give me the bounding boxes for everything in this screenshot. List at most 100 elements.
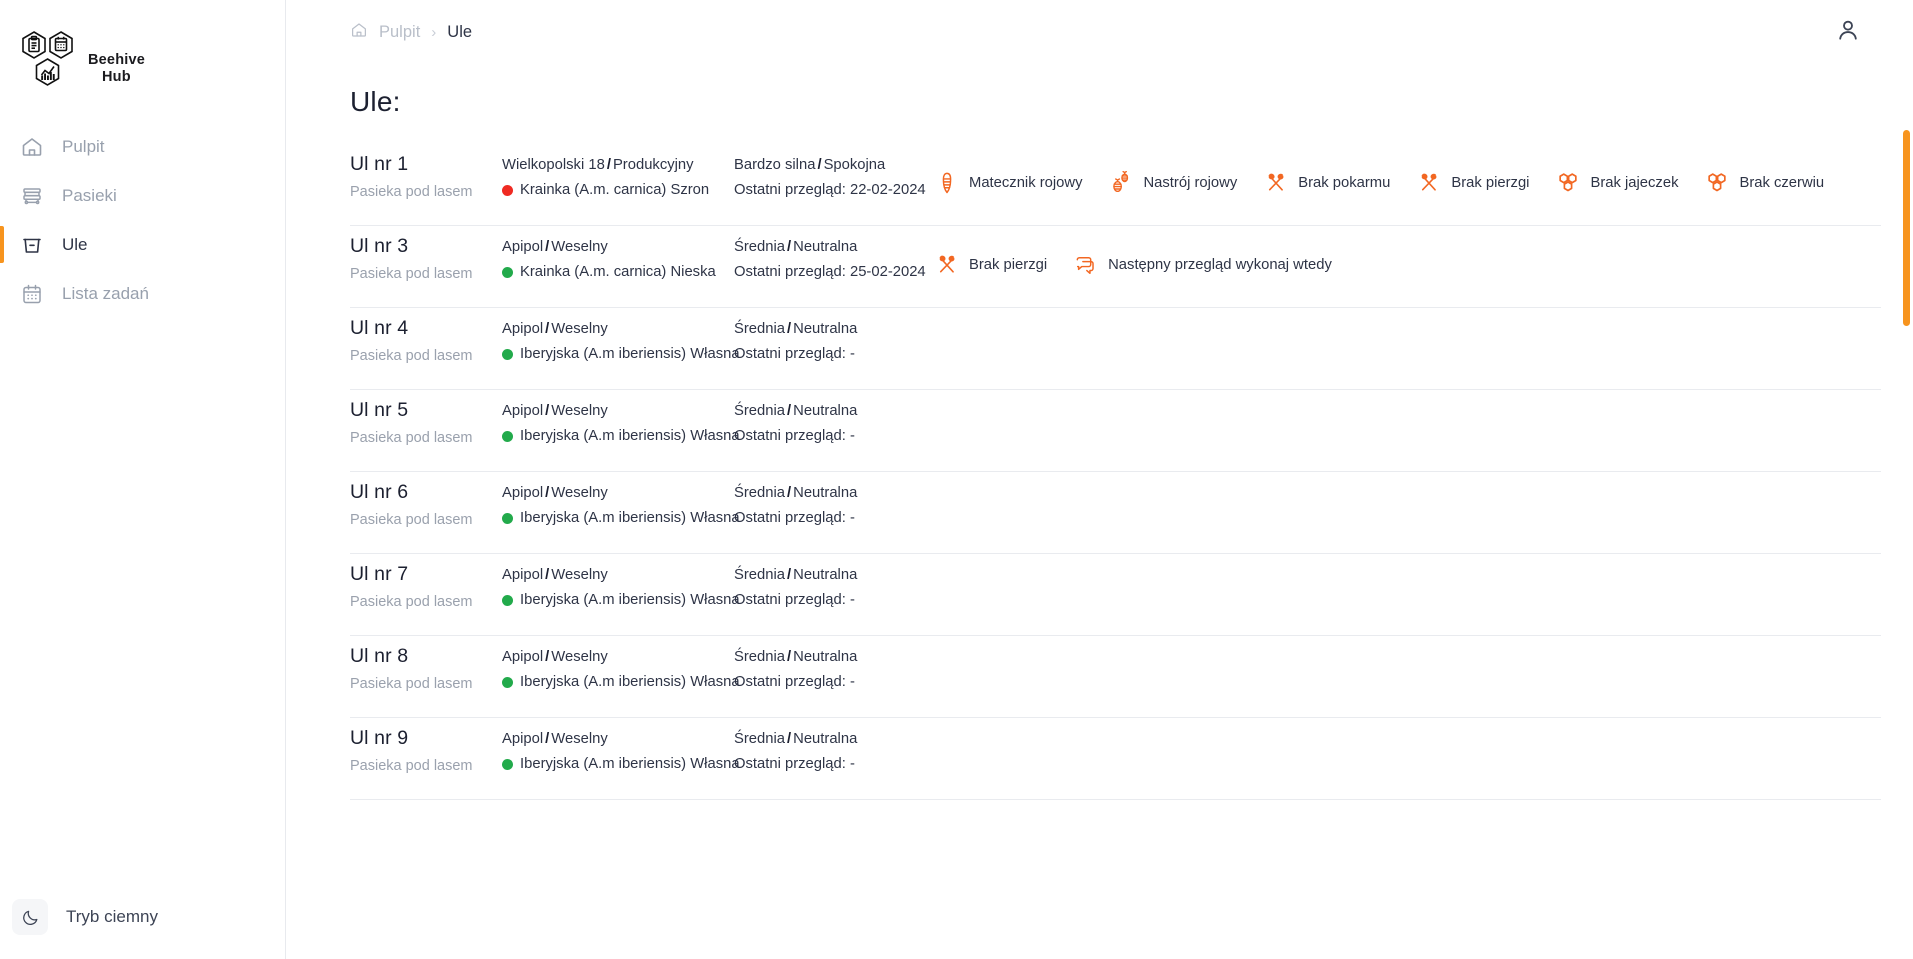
- hive-type-model: Apipol: [502, 239, 544, 255]
- hive-row[interactable]: Ul nr 7 Pasieka pod lasem Apipol / Weselny…: [350, 554, 1881, 636]
- hive-row[interactable]: Ul nr 8 Pasieka pod lasem Apipol / Weselny…: [350, 636, 1881, 718]
- hive-state-line: Średnia / Neutralna: [734, 240, 934, 255]
- hive-strength: Średnia: [734, 485, 786, 501]
- sidebar-item-pasieki[interactable]: Pasieki: [0, 171, 285, 220]
- hive-badge-label: Brak pokarmu: [1298, 175, 1391, 191]
- hive-state-line: Średnia / Neutralna: [734, 732, 934, 747]
- hive-row[interactable]: Ul nr 5 Pasieka pod lasem Apipol / Weselny…: [350, 390, 1881, 472]
- hive-badge[interactable]: Brak czerwiu: [1704, 170, 1824, 196]
- hive-badge[interactable]: Brak pierzgi: [934, 252, 1047, 278]
- hive-row[interactable]: Ul nr 9 Pasieka pod lasem Apipol / Weselny…: [350, 718, 1881, 800]
- hive-apiary-name: Pasieka pod lasem: [350, 183, 473, 200]
- hive-type-breed: Apipol / Weselny Iberyjska (A.m iberiensis…: [502, 563, 740, 608]
- sidebar-item-pulpit[interactable]: Pulpit: [0, 122, 285, 171]
- hive-type-purpose: Produkcyjny: [612, 157, 694, 173]
- hive-type-breed: Wielkopolski 18/Produkcyjny Krainka (A.m…: [502, 153, 734, 198]
- hive-type-purpose: Weselny: [551, 649, 608, 665]
- hive-breed: Krainka (A.m. carnica) Nieska: [520, 263, 716, 280]
- hive-type-line: Apipol / Weselny: [502, 732, 734, 747]
- hive-identity: Ul nr 5 Pasieka pod lasem: [350, 399, 502, 445]
- hive-badge[interactable]: Brak pierzgi: [1416, 170, 1529, 196]
- hive-identity: Ul nr 4 Pasieka pod lasem: [350, 317, 502, 363]
- hive-apiary-name: Pasieka pod lasem: [350, 347, 473, 364]
- main-content: Pulpit › Ule Ule: Ul nr 1 Pasieka pod la…: [286, 0, 1913, 959]
- state-separator: /: [787, 239, 792, 255]
- hive-name: Ul nr 7: [350, 563, 409, 585]
- hive-row[interactable]: Ul nr 4 Pasieka pod lasem Apipol / Weselny…: [350, 308, 1881, 390]
- hive-type-breed: Apipol / Weselny Iberyjska (A.m iberiensis…: [502, 481, 740, 526]
- no-brood-icon: [1704, 170, 1730, 196]
- breed-status-dot: [502, 348, 513, 360]
- hive-last-review: Ostatni przegląd: 25-02-2024: [734, 263, 926, 280]
- hive-breed-line: Krainka (A.m. carnica) Szron: [502, 182, 734, 198]
- hive-badge[interactable]: Następny przegląd wykonaj wtedy: [1073, 252, 1332, 278]
- hive-type-model: Apipol: [502, 485, 544, 501]
- hive-breed-line: Iberyjska (A.m iberiensis) Własna: [502, 510, 740, 526]
- hive-type-purpose: Weselny: [551, 403, 608, 419]
- sidebar-item-lista-zadan[interactable]: Lista zadań: [0, 269, 285, 318]
- hive-type-model: Apipol: [502, 567, 544, 583]
- hive-badge[interactable]: Brak jajeczek: [1555, 170, 1678, 196]
- breed-status-dot: [502, 266, 513, 278]
- state-separator: /: [787, 649, 792, 665]
- app-root: Beehive Hub Pulpit Pasieki Ule Lista zad…: [0, 0, 1913, 959]
- hive-state: Średnia / Neutralna Ostatni przegląd: -: [734, 563, 934, 608]
- state-separator: /: [787, 403, 792, 419]
- hive-type-breed: Apipol / Weselny Iberyjska (A.m iberiensis…: [502, 727, 740, 772]
- hive-state-line: Średnia / Neutralna: [734, 568, 934, 583]
- user-icon: [1835, 17, 1861, 48]
- hive-temper: Neutralna: [793, 321, 858, 337]
- hive-temper: Neutralna: [793, 239, 858, 255]
- hive-apiary-name: Pasieka pod lasem: [350, 757, 473, 774]
- dark-mode-toggle[interactable]: Tryb ciemny: [0, 899, 285, 935]
- hive-type-purpose: Weselny: [551, 567, 608, 583]
- hive-state-line: Średnia / Neutralna: [734, 322, 934, 337]
- hive-badge-label: Brak czerwiu: [1739, 175, 1825, 191]
- hive-identity: Ul nr 9 Pasieka pod lasem: [350, 727, 502, 773]
- hive-name: Ul nr 1: [350, 153, 409, 175]
- hive-type-model: Wielkopolski 18: [502, 157, 605, 173]
- hive-type-breed: Apipol / Weselny Krainka (A.m. carnica) Ni…: [502, 235, 734, 280]
- hive-badge-label: Nastrój rojowy: [1143, 175, 1238, 191]
- breadcrumb-home-link[interactable]: Pulpit: [350, 21, 420, 44]
- hive-breed-line: Iberyjska (A.m iberiensis) Własna: [502, 674, 740, 690]
- moon-icon: [12, 899, 48, 935]
- hive-state: Średnia / Neutralna Ostatni przegląd: -: [734, 645, 934, 690]
- hive-row[interactable]: Ul nr 1 Pasieka pod lasem Wielkopolski 1…: [350, 144, 1881, 226]
- hive-temper: Neutralna: [793, 731, 858, 747]
- hive-name: Ul nr 8: [350, 645, 409, 667]
- hive-state: Średnia / Neutralna Ostatni przegląd: -: [734, 727, 934, 772]
- hive-strength: Średnia: [734, 321, 786, 337]
- user-account-button[interactable]: [1831, 15, 1865, 49]
- app-logo[interactable]: Beehive Hub: [0, 0, 285, 104]
- hive-temper: Neutralna: [793, 649, 858, 665]
- hive-identity: Ul nr 3 Pasieka pod lasem: [350, 235, 502, 281]
- hive-breed: Iberyjska (A.m iberiensis) Własna: [520, 755, 740, 772]
- hive-identity: Ul nr 7 Pasieka pod lasem: [350, 563, 502, 609]
- hive-type-line: Apipol / Weselny: [502, 322, 734, 337]
- hive-last-review: Ostatni przegląd: -: [734, 673, 855, 690]
- hive-badge[interactable]: Matecznik rojowy: [934, 170, 1082, 196]
- hive-list: Ul nr 1 Pasieka pod lasem Wielkopolski 1…: [286, 144, 1913, 800]
- hive-temper: Neutralna: [793, 485, 858, 501]
- scrollbar-thumb[interactable]: [1903, 130, 1910, 326]
- scrollbar-track[interactable]: [1901, 0, 1913, 959]
- hive-breed-line: Iberyjska (A.m iberiensis) Własna: [502, 346, 740, 362]
- hive-type-model: Apipol: [502, 321, 544, 337]
- hive-row[interactable]: Ul nr 3 Pasieka pod lasem Apipol / Weselny…: [350, 226, 1881, 308]
- hive-breed: Iberyjska (A.m iberiensis) Własna: [520, 345, 740, 362]
- sidebar-item-ule[interactable]: Ule: [0, 220, 285, 269]
- no-beebread-icon: [934, 252, 960, 278]
- home-icon: [350, 21, 368, 44]
- hive-badge[interactable]: Nastrój rojowy: [1108, 170, 1237, 196]
- hive-last-review: Ostatni przegląd: 22-02-2024: [734, 181, 926, 198]
- breed-status-dot: [502, 676, 513, 688]
- hive-apiary-name: Pasieka pod lasem: [350, 593, 473, 610]
- breed-status-dot: [502, 758, 513, 770]
- hive-row[interactable]: Ul nr 6 Pasieka pod lasem Apipol / Weselny…: [350, 472, 1881, 554]
- hive-last-review: Ostatni przegląd: -: [734, 427, 855, 444]
- hive-badge[interactable]: Brak pokarmu: [1263, 170, 1390, 196]
- state-separator: /: [787, 567, 792, 583]
- hive-strength: Średnia: [734, 567, 786, 583]
- hive-type-purpose: Weselny: [551, 731, 608, 747]
